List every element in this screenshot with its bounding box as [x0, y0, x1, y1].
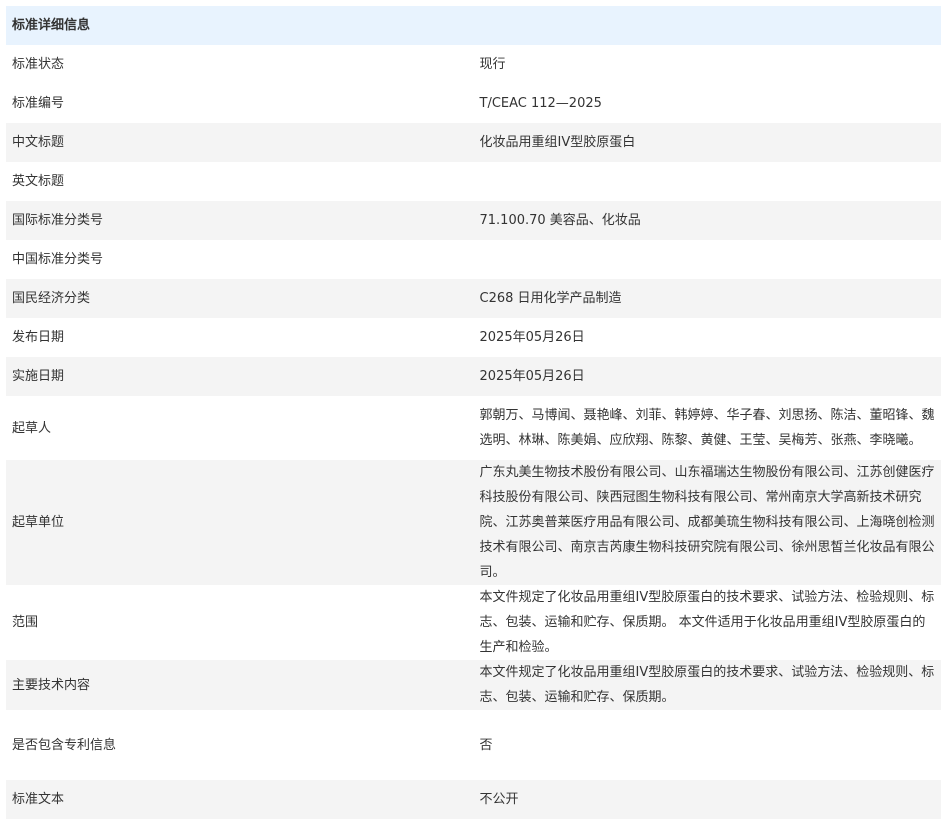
- row-label: 是否包含专利信息: [12, 737, 117, 753]
- row-value: 本文件规定了化妆品用重组IV型胶原蛋白的技术要求、试验方法、检验规则、标志、包装…: [473, 660, 941, 710]
- table-header-row: 标准详细信息: [6, 6, 941, 45]
- row-economy-class: 国民经济分类 C268 日用化学产品制造: [6, 279, 941, 318]
- row-value: 2025年05月26日: [479, 330, 585, 345]
- row-value: C268 日用化学产品制造: [473, 279, 941, 318]
- row-label: 国民经济分类: [6, 279, 474, 318]
- row-value: 广东丸美生物技术股份有限公司、山东福瑞达生物股份有限公司、江苏创健医疗科技股份有…: [473, 460, 941, 585]
- standard-detail-table: 标准详细信息 标准状态 现行 标准编号 T/CEAC 112—2025 中文标题…: [6, 6, 941, 819]
- row-value: 2025年05月26日: [473, 357, 941, 396]
- row-drafters: 起草人 郭朝万、马博闻、聂艳峰、刘菲、韩婷婷、华子春、刘思扬、陈洁、董昭锋、魏选…: [6, 396, 941, 460]
- row-label: 标准文本: [6, 780, 474, 819]
- row-value: 本文件规定了化妆品用重组IV型胶原蛋白的技术要求、试验方法、检验规则、标志、包装…: [479, 590, 935, 655]
- row-scope: 范围 本文件规定了化妆品用重组IV型胶原蛋白的技术要求、试验方法、检验规则、标志…: [6, 585, 941, 660]
- row-label: 标准编号: [12, 96, 65, 111]
- row-label: 起草人: [12, 420, 52, 436]
- row-label: 范围: [12, 615, 39, 630]
- row-label: 主要技术内容: [6, 660, 474, 710]
- row-publish-date: 发布日期 2025年05月26日: [6, 318, 941, 357]
- row-label: 起草单位: [6, 460, 474, 585]
- row-value: 71.100.70 美容品、化妆品: [473, 201, 941, 240]
- section-title: 标准详细信息: [6, 6, 941, 45]
- row-english-title: 英文标题: [6, 162, 941, 201]
- row-ccs: 中国标准分类号: [6, 240, 941, 279]
- row-value: 现行: [479, 57, 506, 72]
- row-status: 标准状态 现行: [6, 45, 941, 84]
- row-main-content: 主要技术内容 本文件规定了化妆品用重组IV型胶原蛋白的技术要求、试验方法、检验规…: [6, 660, 941, 710]
- row-value: 郭朝万、马博闻、聂艳峰、刘菲、韩婷婷、华子春、刘思扬、陈洁、董昭锋、魏选明、林琳…: [479, 408, 935, 448]
- row-standard-text: 标准文本 不公开: [6, 780, 941, 819]
- row-label: 标准状态: [12, 57, 65, 72]
- row-number: 标准编号 T/CEAC 112—2025: [6, 84, 941, 123]
- row-label: 中文标题: [6, 123, 474, 162]
- row-label: 中国标准分类号: [12, 252, 104, 267]
- row-effective-date: 实施日期 2025年05月26日: [6, 357, 941, 396]
- row-patent-info: 是否包含专利信息 否: [6, 710, 941, 780]
- row-ics: 国际标准分类号 71.100.70 美容品、化妆品: [6, 201, 941, 240]
- row-label: 国际标准分类号: [6, 201, 474, 240]
- row-value: [474, 240, 942, 279]
- row-label: 英文标题: [12, 174, 65, 189]
- row-value: 不公开: [473, 780, 941, 819]
- row-value: 否: [479, 737, 493, 753]
- row-value: [474, 162, 942, 201]
- row-value: 化妆品用重组IV型胶原蛋白: [473, 123, 941, 162]
- row-value: T/CEAC 112—2025: [479, 96, 602, 111]
- row-drafting-units: 起草单位 广东丸美生物技术股份有限公司、山东福瑞达生物股份有限公司、江苏创健医疗…: [6, 460, 941, 585]
- row-label: 发布日期: [12, 330, 65, 345]
- row-label: 实施日期: [6, 357, 474, 396]
- row-chinese-title: 中文标题 化妆品用重组IV型胶原蛋白: [6, 123, 941, 162]
